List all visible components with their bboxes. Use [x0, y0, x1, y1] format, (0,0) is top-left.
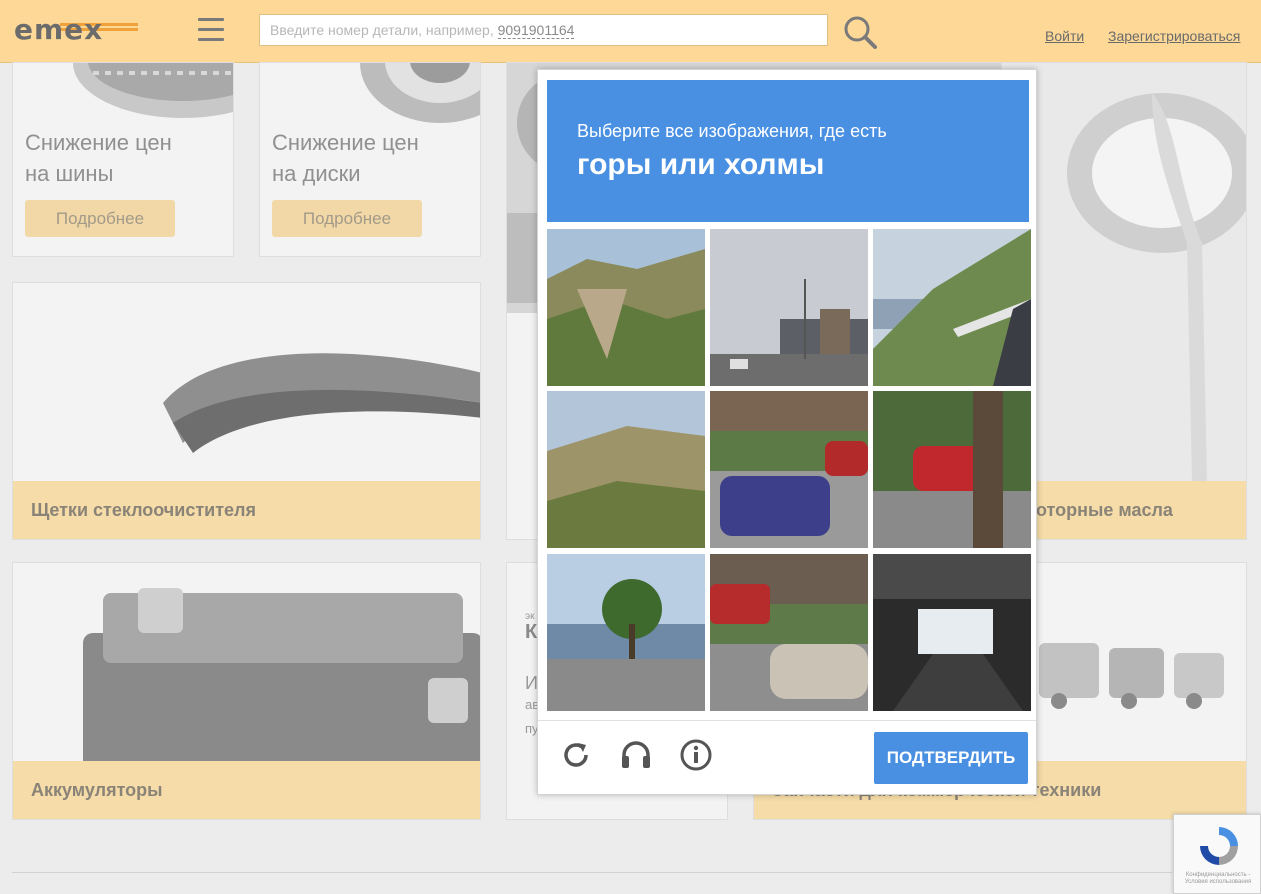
info-heading: К — [525, 621, 538, 643]
captcha-dialog: Выберите все изображения, где есть горы … — [537, 69, 1037, 795]
footer-divider — [12, 872, 1172, 873]
search-icon[interactable] — [842, 14, 878, 50]
search-placeholder: Введите номер детали, например, — [270, 22, 494, 38]
battery-image — [83, 588, 480, 763]
oil-pour-image — [1002, 63, 1246, 483]
promo-more-button[interactable]: Подробнее — [25, 200, 175, 237]
lakeside-road-tile[interactable] — [547, 554, 705, 711]
category-label: Аккумуляторы — [13, 761, 480, 819]
rim-image — [360, 63, 480, 123]
motor-oils-card[interactable]: оторные масла — [1002, 62, 1247, 540]
search-example-link[interactable]: 9091901164 — [497, 22, 575, 39]
wipers-card[interactable]: Щетки стеклоочистителя — [12, 282, 481, 540]
search-input[interactable]: Введите номер детали, например, 90919011… — [259, 14, 828, 46]
info-line: И — [525, 673, 538, 693]
batteries-card[interactable]: Аккумуляторы — [12, 562, 481, 820]
captcha-footer-divider — [538, 720, 1036, 721]
emex-logo[interactable]: emex — [14, 14, 144, 46]
captcha-instruction: Выберите все изображения, где есть — [577, 121, 887, 141]
wiper-image — [163, 353, 480, 453]
recaptcha-logo-icon — [1200, 827, 1238, 865]
promo-card-rims[interactable]: Снижение цен на диски Подробнее — [259, 62, 481, 257]
captcha-target-object: горы или холмы — [577, 148, 825, 181]
info-icon[interactable] — [679, 738, 713, 772]
headphones-icon[interactable] — [619, 738, 653, 772]
recaptcha-badge[interactable]: Конфиденциальность - Условия использован… — [1173, 814, 1261, 894]
hills-tile[interactable] — [547, 229, 705, 386]
city-street-tile[interactable] — [710, 229, 868, 386]
tire-image — [73, 63, 233, 118]
reload-icon[interactable] — [559, 738, 593, 772]
site-header: emex Введите номер детали, например, 909… — [0, 0, 1261, 63]
verify-button[interactable]: ПОДТВЕРДИТЬ — [874, 732, 1028, 784]
trucks-image — [1039, 643, 1224, 709]
street-cars-tile[interactable] — [710, 554, 868, 711]
category-label: Щетки стеклоочистителя — [13, 481, 480, 539]
parked-cars-tile[interactable] — [710, 391, 868, 548]
promo-title: Снижение цен на шины — [25, 130, 172, 186]
promo-more-button[interactable]: Подробнее — [272, 200, 422, 237]
hamburger-menu-icon[interactable] — [198, 18, 224, 44]
red-car-tree-tile[interactable] — [873, 391, 1031, 548]
coast-hill-tile[interactable] — [873, 229, 1031, 386]
hillside-tile[interactable] — [547, 391, 705, 548]
captcha-header: Выберите все изображения, где есть горы … — [547, 80, 1029, 222]
login-link[interactable]: Войти — [1045, 28, 1084, 44]
register-link[interactable]: Зарегистрироваться — [1108, 28, 1240, 44]
category-label: оторные масла — [1002, 481, 1246, 539]
recaptcha-privacy-text[interactable]: Конфиденциальность - Условия использован… — [1176, 872, 1260, 886]
promo-card-tires[interactable]: Снижение цен на шины Подробнее — [12, 62, 234, 257]
tunnel-tile[interactable] — [873, 554, 1031, 711]
promo-title: Снижение цен на диски — [272, 130, 419, 186]
logo-text: emex — [14, 13, 104, 46]
